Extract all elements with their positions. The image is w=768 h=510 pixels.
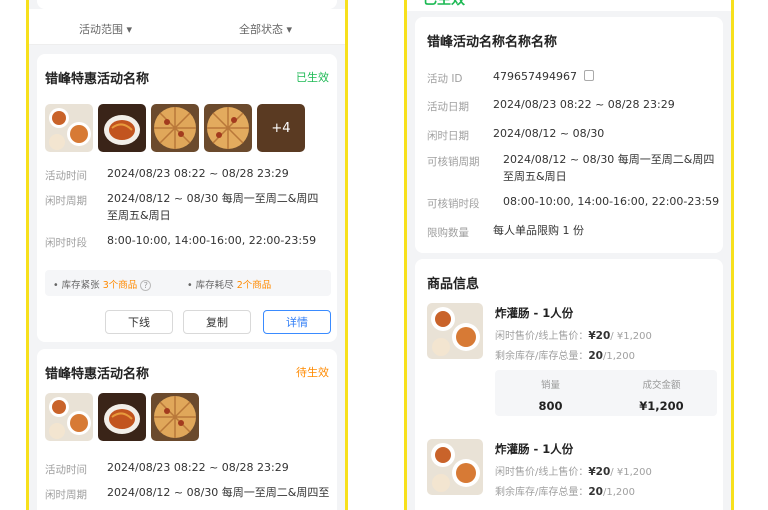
activity-list-screen: 活动范围 ▾ 全部状态 ▾ 错峰特惠活动名称 已生效 +4 活动时间 2024/… [26, 0, 348, 510]
sales-stat: 销量 800 [495, 370, 606, 413]
stock-tight: • 库存紧张 3个商品 ? [53, 277, 152, 291]
price-online: / ¥1,200 [610, 331, 652, 342]
caret-down-icon: ▾ [126, 23, 133, 36]
price-label: 闲时售价/线上售价： [495, 467, 589, 478]
stock-label: 剩余库存/库存总量： [495, 351, 589, 362]
stock-total: /1,200 [603, 351, 635, 362]
food-thumbnail [151, 393, 199, 441]
stock-left: 20 [588, 350, 603, 362]
row-label: 活动时间 [45, 464, 87, 476]
row-value: 2024/08/12 ~ 08/30 每周一至周二&周四至周五&周日 [107, 192, 319, 222]
help-icon[interactable]: ? [140, 280, 152, 291]
food-thumbnail [45, 104, 93, 152]
card-title: 错峰特惠活动名称 [45, 72, 150, 87]
product-price: 闲时售价/线上售价：¥20/ ¥1,200 [495, 327, 652, 342]
row-label: 闲时日期 [427, 130, 469, 142]
card-title: 错峰特惠活动名称 [45, 367, 150, 382]
detail-button[interactable]: 详情 [263, 310, 331, 334]
stock-total: /1,200 [603, 487, 635, 498]
activity-detail-screen: 已生效 错峰活动名称名称名称 活动 ID 479657494967 活动日期 2… [404, 0, 734, 510]
bullet-icon: • [187, 280, 193, 291]
food-thumbnail [98, 104, 146, 152]
stock-tight-count: 3个商品 [102, 280, 138, 291]
filter-bar: 活动范围 ▾ 全部状态 ▾ [29, 9, 345, 45]
row-value: 08:00-10:00, 14:00-16:00, 22:00-23:59 [503, 195, 720, 208]
offline-button[interactable]: 下线 [105, 310, 173, 334]
filter-label: 活动范围 [79, 23, 123, 36]
food-thumbnail [45, 393, 93, 441]
more-images-button[interactable]: +4 [257, 104, 305, 152]
stock-label: 剩余库存/库存总量： [495, 487, 589, 498]
stock-left: 20 [588, 486, 603, 498]
row-value: 2024/08/23 08:22 ~ 08/28 23:29 [107, 167, 289, 180]
filter-status[interactable]: 全部状态 ▾ [239, 21, 292, 37]
price-online: / ¥1,200 [610, 467, 652, 478]
stock-out: • 库存耗尽 2个商品 [187, 277, 271, 291]
status-badge: 已生效 [296, 71, 329, 84]
price-label: 闲时售价/线上售价： [495, 331, 589, 342]
stock-out-count: 2个商品 [236, 280, 272, 291]
activity-id-value: 479657494967 [493, 70, 577, 83]
product-name: 炸灌肠 - 1人份 [495, 306, 574, 320]
stock-summary: • 库存紧张 3个商品 ? • 库存耗尽 2个商品 [45, 270, 331, 296]
row-value: 2024/08/23 08:22 ~ 08/28 23:29 [107, 461, 289, 474]
product-stock: 剩余库存/库存总量：20/1,200 [495, 347, 635, 362]
sales-label: 销量 [540, 380, 560, 391]
activity-card[interactable]: 错峰特惠活动名称 已生效 +4 活动时间 2024/08/23 08:22 ~ … [37, 54, 337, 342]
food-thumbnail [204, 104, 252, 152]
food-thumbnail [98, 393, 146, 441]
row-label: 可核销时段 [427, 198, 480, 210]
row-value: 2024/08/12 ~ 08/30 [493, 127, 605, 140]
activity-title: 错峰活动名称名称名称 [427, 35, 558, 50]
row-label: 闲时周期 [45, 195, 87, 207]
row-value: 每人单品限购 1 份 [493, 224, 584, 237]
bullet-icon: • [53, 280, 59, 291]
product-info-card: 商品信息 炸灌肠 - 1人份 闲时售价/线上售价：¥20/ ¥1,200 剩余库… [415, 259, 723, 510]
product-stats: 销量 800 成交金额 ¥1,200 [495, 370, 717, 416]
row-value: 2024/08/12 ~ 08/30 每周一至周二&周四至 [107, 486, 330, 499]
product-image [427, 303, 483, 359]
row-label: 活动 ID [427, 73, 463, 85]
row-value: 2024/08/12 ~ 08/30 每周一至周二&周四至周五&周日 [503, 153, 715, 183]
activity-id: 479657494967 [493, 68, 595, 85]
filter-activity-scope[interactable]: 活动范围 ▾ [79, 21, 132, 37]
price-idle: ¥20 [588, 466, 611, 478]
row-value: 8:00-10:00, 14:00-16:00, 22:00-23:59 [107, 234, 317, 247]
sales-value: 800 [538, 399, 563, 413]
amount-value: ¥1,200 [639, 399, 684, 413]
activity-info-card: 错峰活动名称名称名称 活动 ID 479657494967 活动日期 2024/… [415, 17, 723, 253]
copy-icon[interactable] [584, 70, 595, 81]
row-label: 可核销周期 [427, 156, 480, 168]
product-image [427, 439, 483, 495]
row-value: 2024/08/23 08:22 ~ 08/28 23:29 [493, 98, 675, 111]
food-thumbnail [151, 104, 199, 152]
filter-label: 全部状态 [239, 23, 283, 36]
section-title: 商品信息 [427, 277, 480, 292]
status-header: 已生效 [407, 0, 731, 11]
status-badge: 待生效 [296, 366, 329, 379]
copy-button[interactable]: 复制 [183, 310, 251, 334]
stock-out-label: 库存耗尽 [195, 280, 234, 291]
row-label: 闲时时段 [45, 237, 87, 249]
price-idle: ¥20 [588, 330, 611, 342]
product-name: 炸灌肠 - 1人份 [495, 442, 574, 456]
product-price: 闲时售价/线上售价：¥20/ ¥1,200 [495, 463, 652, 478]
product-stock: 剩余库存/库存总量：20/1,200 [495, 483, 635, 498]
amount-label: 成交金额 [642, 380, 681, 391]
row-label: 活动日期 [427, 101, 469, 113]
top-strip [37, 0, 337, 9]
caret-down-icon: ▾ [286, 23, 293, 36]
row-label: 限购数量 [427, 227, 469, 239]
row-label: 闲时周期 [45, 489, 87, 501]
stock-tight-label: 库存紧张 [61, 280, 100, 291]
row-label: 活动时间 [45, 170, 87, 182]
amount-stat: 成交金额 ¥1,200 [606, 370, 717, 413]
activity-card[interactable]: 错峰特惠活动名称 待生效 活动时间 2024/08/23 08:22 ~ 08/… [37, 349, 337, 510]
status-header-text: 已生效 [423, 0, 465, 8]
